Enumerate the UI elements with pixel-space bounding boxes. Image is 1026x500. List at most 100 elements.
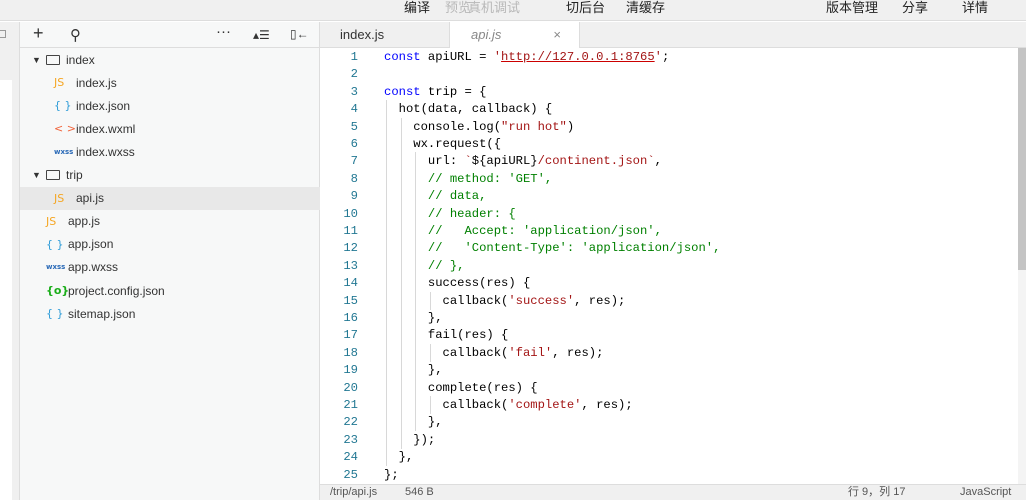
url-string-token: http://127.0.0.1:8765 bbox=[501, 50, 655, 64]
toolbar-button[interactable]: 编译 bbox=[404, 0, 430, 16]
scrollbar-thumb[interactable] bbox=[1018, 48, 1026, 270]
search-icon[interactable]: ⚲ bbox=[70, 26, 81, 44]
folder-item[interactable]: ▼ index bbox=[20, 48, 320, 71]
code-line[interactable]: callback('success', res); bbox=[384, 292, 626, 310]
hide-panel-icon[interactable]: ▯← bbox=[290, 27, 309, 41]
close-icon[interactable]: × bbox=[553, 22, 561, 47]
code-token: }, bbox=[384, 363, 443, 378]
line-number: 9 bbox=[350, 189, 358, 204]
file-item[interactable]: JS app.js bbox=[20, 210, 320, 233]
code-line[interactable]: // }, bbox=[384, 257, 465, 275]
code-line[interactable]: }, bbox=[384, 361, 443, 379]
toolbar-button[interactable]: 清缓存 bbox=[626, 0, 665, 16]
code-line[interactable]: const apiURL = 'http://127.0.0.1:8765'; bbox=[384, 48, 669, 66]
code-line[interactable]: // 'Content-Type': 'application/json', bbox=[384, 239, 721, 257]
code-line[interactable]: callback('fail', res); bbox=[384, 344, 604, 362]
comment-token: // header: { bbox=[427, 206, 516, 221]
language-mode[interactable]: JavaScript bbox=[960, 486, 1011, 499]
file-explorer: + ⚲ ··· ▴☰ ▯← ▼ index JS index.js{ } index.j… bbox=[20, 22, 320, 500]
tab-label: api.js bbox=[471, 27, 502, 42]
wxss-file-icon: wxss bbox=[54, 147, 74, 156]
code-line[interactable]: hot(data, callback) { bbox=[384, 100, 553, 118]
code-line[interactable]: // Accept: 'application/json', bbox=[384, 222, 662, 240]
cursor-position[interactable]: 行 9，列 17 bbox=[848, 486, 905, 499]
editor-scrollbar[interactable] bbox=[1018, 48, 1026, 484]
line-number: 22 bbox=[343, 415, 358, 430]
indent-guide bbox=[400, 239, 402, 258]
code-line[interactable]: }); bbox=[384, 431, 435, 449]
collapse-all-icon[interactable]: ▴☰ bbox=[253, 28, 270, 42]
code-line[interactable]: callback('complete', res); bbox=[384, 396, 633, 414]
code-line[interactable]: }; bbox=[384, 466, 399, 484]
device-icon[interactable] bbox=[0, 30, 6, 38]
line-number: 8 bbox=[350, 171, 358, 186]
code-token: trip = { bbox=[420, 84, 487, 99]
chevron-down-icon[interactable]: ▼ bbox=[32, 170, 46, 180]
code-line[interactable]: // method: 'GET', bbox=[384, 170, 552, 188]
file-item[interactable]: wxss app.wxss bbox=[20, 256, 320, 279]
file-item[interactable]: wxss index.wxss bbox=[20, 140, 320, 163]
code-line[interactable]: // header: { bbox=[384, 205, 516, 223]
plus-icon[interactable]: + bbox=[33, 23, 44, 44]
line-number: 17 bbox=[343, 328, 358, 343]
file-item[interactable]: {o} project.config.json bbox=[20, 279, 320, 302]
file-item[interactable]: { } index.json bbox=[20, 94, 320, 117]
indent-guide bbox=[415, 274, 417, 293]
line-number: 3 bbox=[350, 84, 358, 99]
code-line[interactable]: url: `${apiURL}/continent.json`, bbox=[384, 152, 662, 170]
indent-guide bbox=[415, 222, 417, 240]
code-line[interactable]: }, bbox=[384, 309, 443, 327]
code-line[interactable]: console.log("run hot") bbox=[384, 118, 574, 136]
code-token: url: bbox=[384, 154, 465, 169]
code-line[interactable]: // data, bbox=[384, 187, 487, 205]
file-item[interactable]: < > index.wxml bbox=[20, 117, 320, 140]
indent-guide bbox=[386, 430, 387, 449]
indent-guide bbox=[400, 413, 402, 432]
more-icon[interactable]: ··· bbox=[216, 23, 231, 40]
code-line[interactable]: }, bbox=[384, 448, 414, 466]
indent-guide bbox=[415, 291, 417, 310]
tree-item-label: project.config.json bbox=[68, 283, 165, 298]
explorer-header: + ⚲ ··· ▴☰ ▯← bbox=[20, 22, 319, 48]
code-line[interactable]: }, bbox=[384, 413, 443, 431]
chevron-down-icon[interactable]: ▼ bbox=[32, 55, 46, 65]
toolbar-button[interactable]: 切后台 bbox=[566, 0, 605, 16]
file-item[interactable]: JS index.js bbox=[20, 71, 320, 94]
line-number: 15 bbox=[343, 293, 358, 308]
code-line[interactable]: success(res) { bbox=[384, 274, 530, 292]
string-token: 'complete' bbox=[508, 398, 582, 412]
indent-guide bbox=[415, 378, 417, 397]
code-line[interactable]: complete(res) { bbox=[384, 379, 538, 397]
indent-guide bbox=[386, 135, 387, 153]
string-token: /continent.json` bbox=[537, 154, 655, 169]
tab-api-js[interactable]: api.js × bbox=[450, 22, 580, 49]
string-token: ' bbox=[654, 50, 662, 64]
toolbar-button[interactable]: 真机调试 bbox=[468, 0, 520, 16]
indent-guide bbox=[400, 309, 402, 327]
simulator-screen bbox=[0, 80, 12, 500]
indent-guide bbox=[415, 169, 417, 188]
line-number: 10 bbox=[343, 206, 358, 221]
file-item[interactable]: { } sitemap.json bbox=[20, 302, 320, 325]
code-token: }; bbox=[384, 467, 399, 482]
code-line[interactable]: fail(res) { bbox=[384, 326, 508, 344]
code-token: callback( bbox=[384, 293, 509, 308]
indent-guide bbox=[415, 413, 417, 432]
file-item[interactable]: JS api.js bbox=[20, 186, 320, 210]
tree-item-label: trip bbox=[66, 168, 83, 182]
toolbar-button[interactable]: 详情 bbox=[962, 0, 988, 16]
indent-guide bbox=[429, 396, 431, 414]
code-token: ) bbox=[566, 119, 575, 134]
json-file-icon: { } bbox=[46, 307, 64, 321]
folder-item[interactable]: ▼ trip bbox=[20, 164, 320, 187]
toolbar-button[interactable]: 分享 bbox=[902, 0, 928, 16]
code-line[interactable]: const trip = { bbox=[384, 83, 486, 101]
file-item[interactable]: { } app.json bbox=[20, 233, 320, 256]
toolbar-button[interactable]: 版本管理 bbox=[826, 0, 878, 16]
code-editor[interactable]: 1 const apiURL = 'http://127.0.0.1:8765';… bbox=[320, 48, 1018, 484]
keyword-token: const bbox=[384, 50, 421, 64]
indent-guide bbox=[386, 448, 387, 467]
tab-index-js[interactable]: index.js bbox=[320, 22, 450, 48]
